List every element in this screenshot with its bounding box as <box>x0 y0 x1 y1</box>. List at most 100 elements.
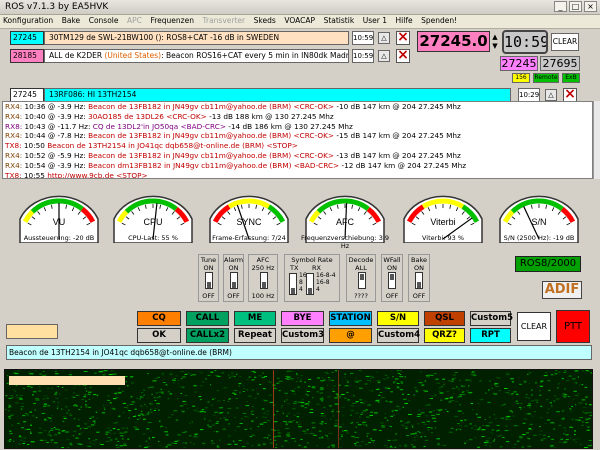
status-remote[interactable]: Remote <box>533 73 559 83</box>
spin-down-icon[interactable]: ▼ <box>491 42 499 51</box>
maximize-button[interactable]: □ <box>569 1 582 12</box>
menu-console[interactable]: Console <box>86 15 122 26</box>
macro--button[interactable]: @ <box>329 328 372 343</box>
macro-custom3-button[interactable]: Custom3 <box>281 328 324 343</box>
menu-statistik[interactable]: Statistik <box>321 15 358 26</box>
symbol-tx-switch[interactable] <box>289 273 297 295</box>
macro-custom4-button[interactable]: Custom4 <box>377 328 420 343</box>
adif-button[interactable]: ADIF <box>542 281 582 299</box>
spin-up-icon[interactable]: ▲ <box>491 33 499 42</box>
menu-voacap[interactable]: VOACAP <box>281 15 318 26</box>
row3-close-icon[interactable]: × <box>563 88 577 102</box>
row2-message[interactable]: ALL de K2DER (United States): Beacon ROS… <box>44 49 349 63</box>
macro-call-button[interactable]: CALL <box>186 311 229 326</box>
macro-sn-button[interactable]: S/N <box>377 311 419 326</box>
meter-name: VU <box>53 217 66 227</box>
freq-preset-1[interactable]: 27245 <box>500 56 538 71</box>
row1-warning-icon[interactable]: △ <box>378 32 390 44</box>
macro-repeat-button[interactable]: Repeat <box>234 328 276 343</box>
symbol-rx-values: 16-8-4 16-8 4 <box>316 272 336 293</box>
macro-station-button[interactable]: STATION <box>329 311 372 326</box>
clear-button[interactable]: CLEAR <box>517 312 551 341</box>
menu-user1[interactable]: User 1 <box>360 15 390 26</box>
tune-on-label: ON <box>203 264 214 272</box>
log-line: RX4: 10:36 @ -3.9 Hz: Beacon de 13FB182 … <box>3 102 592 112</box>
callsign-input[interactable] <box>6 324 58 339</box>
log-time: 10:50 <box>21 141 48 151</box>
symbol-rate-panel: Symbol Rate TX RX 16 8 4 16-8-4 16-8 4 <box>284 254 340 302</box>
menu-spenden[interactable]: Spenden! <box>418 15 460 26</box>
log-time: 10:55 <box>21 170 48 179</box>
macro-custom5-button[interactable]: Custom5 <box>470 311 513 326</box>
clear-freq-button[interactable]: CLEAR <box>551 33 579 51</box>
macro-qsl-button[interactable]: QSL <box>424 311 465 326</box>
symbol-rate-title: Symbol Rate <box>291 256 333 264</box>
log-line: TX8: 10:55 http://www.9cb.de <STOP> <box>3 170 592 179</box>
close-window-button[interactable]: × <box>584 1 597 12</box>
frequency-spinner[interactable]: ▲ ▼ <box>491 33 499 51</box>
meter-name: SYNC <box>236 217 262 227</box>
bake-switch[interactable] <box>415 272 423 289</box>
macro-callx2-button[interactable]: CALLx2 <box>186 328 229 343</box>
freq-preset-2[interactable]: 27695 <box>540 56 580 71</box>
tx-text-field[interactable]: Beacon de 13TH2154 in JO41qc dqb658@t-on… <box>6 345 592 360</box>
row1-close-icon[interactable]: × <box>396 31 410 45</box>
waterfall-display[interactable] <box>4 369 593 449</box>
row2-warning-icon[interactable]: △ <box>378 50 390 62</box>
menu-apc[interactable]: APC <box>124 15 145 26</box>
afc-switch[interactable] <box>260 272 268 289</box>
status-exb[interactable]: ExB <box>562 73 580 83</box>
menu-hilfe[interactable]: Hilfe <box>393 15 416 26</box>
menu-frequenzen[interactable]: Frequenzen <box>147 15 197 26</box>
log-time: 10:52 @ -5.9 Hz: <box>22 150 89 160</box>
log-prefix: TX8: <box>5 170 22 179</box>
log-line: RX4: 10:52 @ -5.9 Hz: Beacon de 13FB182 … <box>3 151 592 161</box>
row3-warning-icon[interactable]: △ <box>545 89 557 101</box>
row2-message-prefix: ALL de K2DER <box>49 51 105 60</box>
alarm-switch[interactable] <box>230 272 238 289</box>
macro-cq-button[interactable]: CQ <box>137 311 181 326</box>
log-prefix: RX4: <box>5 111 23 121</box>
symbol-rx-switch[interactable] <box>306 273 314 295</box>
meter-vu: VU Aussteuerung: -20 dB <box>14 191 104 253</box>
minimize-button[interactable]: _ <box>554 1 567 12</box>
log-message: CQ de 13DL2'in JO50qa <BAD-CRC> <box>92 121 226 131</box>
row2-call[interactable]: 28185 <box>10 49 44 63</box>
log-time: 10:44 @ -7.8 Hz: <box>22 131 89 141</box>
row2-time: 10:59 <box>352 49 374 63</box>
row2-close-icon[interactable]: × <box>396 49 410 63</box>
log-prefix: RX4: <box>5 102 23 111</box>
macro-bye-button[interactable]: BYE <box>281 311 324 326</box>
menu-bake[interactable]: Bake <box>59 15 83 26</box>
macro-rpt-button[interactable]: RPT <box>470 328 511 343</box>
row3-call[interactable]: 27245 <box>10 88 44 102</box>
menu-konfiguration[interactable]: Konfiguration <box>0 15 56 26</box>
window-title: ROS v7.1.3 by EA5HVK <box>5 2 109 12</box>
ptt-button[interactable]: PTT <box>556 310 590 343</box>
log-scrollbar[interactable] <box>593 101 600 179</box>
tune-switch[interactable] <box>205 272 213 289</box>
meter-label: Viterbi: 93 % <box>421 234 465 242</box>
message-log[interactable]: RX4: 10:36 @ -3.9 Hz: Beacon de 13FB182 … <box>2 101 593 179</box>
row2-message-suffix: : Beacon ROS16+CAT every 5 min in IN80dk… <box>161 51 349 60</box>
decode-switch[interactable] <box>358 272 366 289</box>
log-time: 10:40 @ -3.9 Hz: <box>22 111 89 121</box>
macro-me-button[interactable]: ME <box>234 311 276 326</box>
macro-qrz-button[interactable]: QRZ? <box>424 328 465 343</box>
meter-name: S/N <box>531 217 546 227</box>
row1-message[interactable]: 30TM129 de SWL-21BW100 (): ROS8+CAT -16 … <box>44 31 349 45</box>
log-time: 10:36 @ -3.9 Hz: <box>22 102 89 111</box>
meter-label: Aussteuerung: -20 dB <box>23 234 95 242</box>
wfall-switch[interactable] <box>388 272 396 289</box>
log-tail: -10 dB 147 km @ 204 27.245 Mhz <box>334 102 461 111</box>
wfall-off-label: OFF <box>385 292 399 300</box>
macro-ok-button[interactable]: OK <box>137 328 181 343</box>
log-tail: -14 dB 186 km @ 130 27.245 Mhz <box>225 121 353 131</box>
row1-call[interactable]: 27245 <box>10 31 44 45</box>
frequency-display: 27245.0 <box>417 31 490 52</box>
menu-skeds[interactable]: Skeds <box>251 15 279 26</box>
menu-transverter[interactable]: Transverter <box>200 15 249 26</box>
row2-country: (United States) <box>104 51 162 60</box>
mode-display: ROS8/2000 <box>515 256 581 272</box>
row3-message[interactable]: 13RF086: HI 13TH2154 <box>44 88 511 102</box>
